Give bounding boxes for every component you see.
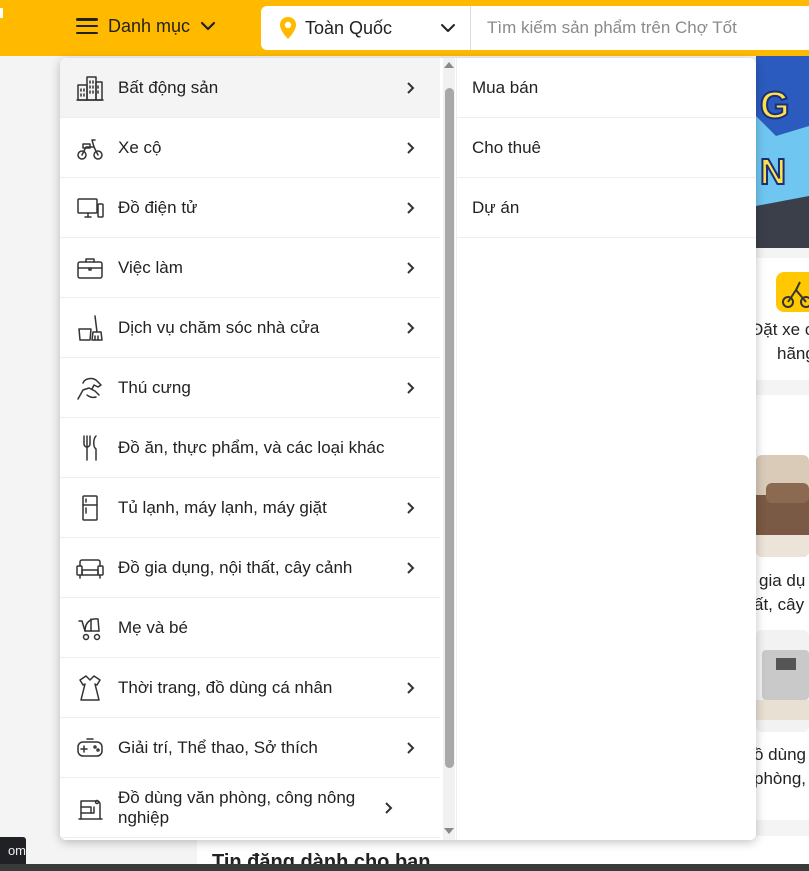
search-bar: Toàn Quốc [261, 6, 809, 50]
chevron-right-icon [400, 321, 420, 334]
category-label: Đồ gia dụng, nội thất, cây cảnh [118, 557, 353, 577]
status-url-tooltip: om [0, 837, 26, 864]
furniture-category-label: gia dụ [759, 571, 806, 590]
chevron-right-icon [400, 681, 420, 694]
shortcut-panel: Đặt xe c hãng [751, 258, 809, 380]
category-label: Mẹ và bé [118, 617, 188, 637]
scroll-up-arrow[interactable] [444, 62, 454, 68]
category-item-electronics[interactable]: Đồ điện tử [60, 178, 440, 238]
region-label: Toàn Quốc [305, 17, 393, 38]
search-input[interactable] [471, 6, 809, 50]
promo-banner-image: G N [756, 56, 809, 248]
building-icon [74, 72, 106, 104]
chevron-right-icon [378, 801, 398, 814]
category-label: Tủ lạnh, máy lạnh, máy giặt [118, 497, 327, 517]
fridge-icon [74, 492, 106, 524]
shortcut-label: hãng [777, 344, 809, 363]
fork-knife-icon [74, 432, 106, 464]
menu-scrollbar[interactable] [443, 58, 455, 840]
gamepad-icon [74, 732, 106, 764]
stroller-icon [74, 612, 106, 644]
category-label: Giải trí, Thể thao, Sở thích [118, 737, 318, 757]
sofa-icon [74, 552, 106, 584]
category-label: Đồ dùng văn phòng, công nông nghiệp [118, 787, 356, 827]
category-menu-button[interactable]: Danh mục [64, 4, 228, 48]
furniture-category-label: ất, cây [754, 595, 805, 614]
category-label: Việc làm [118, 257, 183, 277]
top-header: Danh mục Toàn Quốc [0, 0, 809, 56]
category-label: Đồ điện tử [118, 197, 198, 217]
office-category-label: phòng, c [754, 769, 809, 788]
subcategory-item-rent[interactable]: Cho thuê [457, 118, 756, 178]
chevron-right-icon [400, 381, 420, 394]
category-item-pets[interactable]: Thú cưng [60, 358, 440, 418]
category-label: Thời trang, đồ dùng cá nhân [118, 677, 333, 697]
moto-shortcut-icon[interactable] [776, 272, 809, 312]
chevron-right-icon [400, 561, 420, 574]
hamburger-icon [76, 18, 98, 34]
chevron-right-icon [400, 141, 420, 154]
category-item-fashion[interactable]: Thời trang, đồ dùng cá nhân [60, 658, 440, 718]
chevron-right-icon [400, 201, 420, 214]
svg-text:G: G [760, 85, 790, 127]
sewing-machine-icon [74, 792, 106, 824]
pet-hand-icon [74, 372, 106, 404]
chevron-down-icon [200, 21, 216, 31]
chevron-right-icon [400, 501, 420, 514]
chevron-down-icon [441, 24, 455, 32]
category-item-home-services[interactable]: Dịch vụ chăm sóc nhà cửa [60, 298, 440, 358]
subcategory-item-buy-sell[interactable]: Mua bán [457, 58, 756, 118]
category-panel: gia dụ ất, cây ồ dùng phòng, c [754, 395, 809, 820]
category-label: Dịch vụ chăm sóc nhà cửa [118, 317, 320, 337]
category-item-office[interactable]: Đồ dùng văn phòng, công nông nghiệp [60, 778, 440, 838]
chevron-right-icon [400, 261, 420, 274]
dress-icon [74, 672, 106, 704]
scroll-down-arrow[interactable] [444, 828, 454, 834]
category-label: Xe cộ [118, 137, 162, 157]
scrollbar-thumb[interactable] [445, 88, 454, 768]
location-pin-icon [280, 17, 296, 39]
subcategory-list: Mua bán Cho thuê Dự án [456, 58, 756, 840]
logo-fragment [0, 8, 3, 18]
category-list: Bất động sản Xe cộ Đồ điện tử Việc làm D… [60, 58, 440, 840]
category-item-food[interactable]: Đồ ăn, thực phẩm, và các loại khác [60, 418, 440, 478]
category-label: Bất động sản [118, 77, 219, 97]
category-label: Đồ ăn, thực phẩm, và các loại khác [118, 437, 385, 457]
broom-bucket-icon [74, 312, 106, 344]
category-menu-label: Danh mục [108, 15, 191, 36]
category-dropdown: Bất động sản Xe cộ Đồ điện tử Việc làm D… [60, 58, 756, 840]
category-item-mom-baby[interactable]: Mẹ và bé [60, 598, 440, 658]
computer-icon [74, 192, 106, 224]
chevron-right-icon [400, 741, 420, 754]
region-selector[interactable]: Toàn Quốc [261, 6, 471, 50]
furniture-thumbnail[interactable] [756, 455, 809, 557]
office-category-label: ồ dùng [754, 745, 806, 764]
briefcase-icon [74, 252, 106, 284]
chevron-right-icon [400, 81, 420, 94]
window-bottom-edge [0, 864, 809, 871]
category-item-real-estate[interactable]: Bất động sản [60, 58, 440, 118]
category-item-appliances[interactable]: Tủ lạnh, máy lạnh, máy giặt [60, 478, 440, 538]
category-item-household[interactable]: Đồ gia dụng, nội thất, cây cảnh [60, 538, 440, 598]
category-item-jobs[interactable]: Việc làm [60, 238, 440, 298]
category-item-entertainment[interactable]: Giải trí, Thể thao, Sở thích [60, 718, 440, 778]
banner-area: G N [756, 56, 809, 248]
office-thumbnail[interactable] [756, 630, 809, 732]
category-item-vehicles[interactable]: Xe cộ [60, 118, 440, 178]
shortcut-label: Đặt xe c [751, 320, 809, 339]
category-label: Thú cưng [118, 377, 191, 397]
svg-text:N: N [760, 151, 786, 192]
subcategory-item-projects[interactable]: Dự án [457, 178, 756, 238]
scooter-icon [74, 132, 106, 164]
